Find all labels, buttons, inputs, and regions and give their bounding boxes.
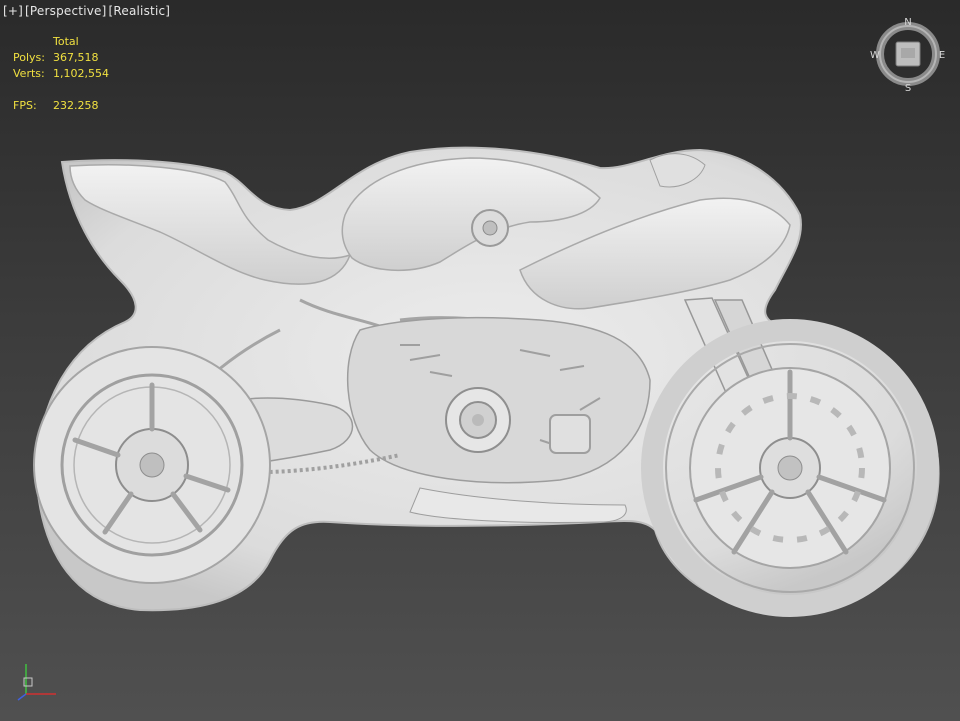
axis-tripod-icon [17,664,56,701]
compass-north-label: N [904,17,911,28]
rear-wheel [33,346,271,584]
viewcube-navigator[interactable]: N S E W [868,14,948,94]
compass-east-label: E [939,50,945,61]
front-wheel [641,319,939,617]
compass-west-label: W [870,50,880,61]
motorcycle-relief-model[interactable] [0,0,960,721]
compass-south-label: S [905,83,911,94]
